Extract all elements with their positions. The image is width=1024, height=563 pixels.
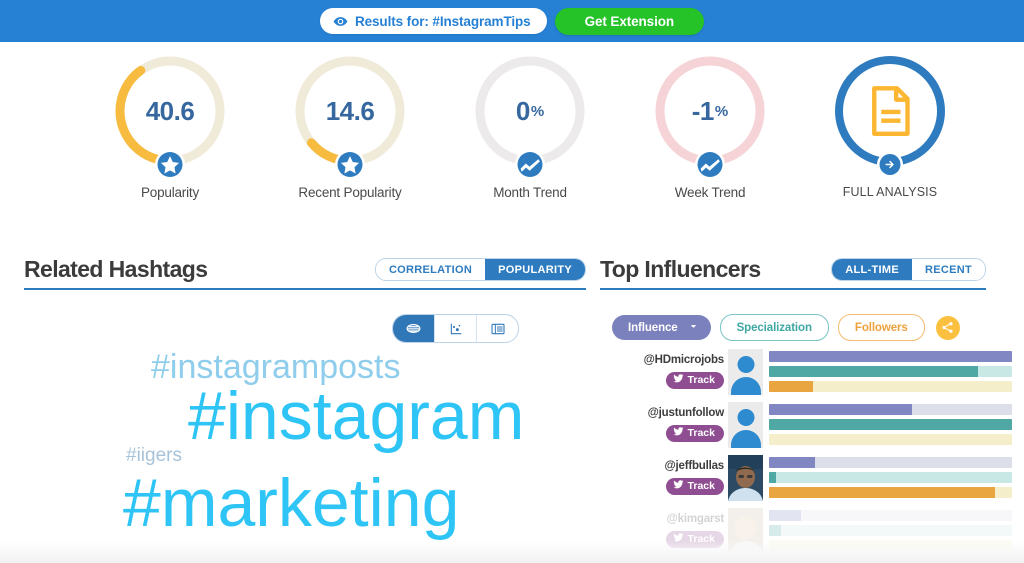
top-influencers-header: Top Influencers ALL-TIME RECENT (600, 258, 986, 281)
eye-icon (333, 14, 348, 29)
influencer-list: @HDmicrojobs Track @justunfollow Track @… (612, 345, 1012, 563)
track-label: Track (687, 480, 715, 493)
influencer-identity: @jeffbullas Track (612, 460, 728, 495)
bar-specialization (769, 472, 1012, 483)
hashtag-cloud: #instagramposts #instagram #iigers #mark… (0, 336, 585, 563)
track-label: Track (687, 374, 715, 387)
trend-icon (697, 152, 723, 177)
influencer-bars (763, 457, 1012, 498)
toggle-recent[interactable]: RECENT (911, 259, 985, 280)
bar-specialization (769, 525, 1012, 536)
toggle-popularity[interactable]: POPULARITY (485, 259, 585, 280)
bar-followers (769, 487, 1012, 498)
track-button[interactable]: Track (665, 424, 724, 442)
bar-influence (769, 510, 1012, 521)
app-root: Results for: #InstagramTips Get Extensio… (0, 0, 1024, 563)
bar-influence (769, 351, 1012, 362)
related-hashtags-title: Related Hashtags (24, 256, 208, 282)
influencer-filters: Influence Specialization Followers (612, 314, 960, 341)
twitter-icon (673, 479, 684, 493)
bar-followers (769, 434, 1012, 445)
ring-full-analysis (831, 52, 949, 175)
influencer-handle[interactable]: @HDmicrojobs (644, 354, 725, 368)
track-label: Track (687, 533, 715, 546)
metric-recent-popularity[interactable]: 14.6 Recent Popularity (285, 52, 416, 200)
arrow-right-icon (879, 154, 901, 175)
avatar (728, 348, 763, 395)
table-row[interactable]: @justunfollow Track (612, 398, 1012, 451)
metric-popularity[interactable]: 40.6 Popularity (105, 52, 236, 200)
toggle-all-time[interactable]: ALL-TIME (832, 259, 912, 280)
avatar (728, 454, 763, 501)
influencer-handle[interactable]: @kimgarst (667, 513, 725, 527)
ring-recent-popularity: 14.6 (291, 52, 409, 177)
track-label: Track (687, 427, 715, 440)
table-row[interactable]: @kimgarst Track (612, 504, 1012, 557)
track-button[interactable]: Track (665, 530, 724, 548)
influencer-identity: @kimgarst Track (612, 513, 728, 548)
track-button[interactable]: Track (665, 477, 724, 495)
toggle-correlation[interactable]: CORRELATION (375, 259, 486, 280)
top-influencers-rule (600, 288, 986, 290)
bar-influence (769, 404, 1012, 415)
full-analysis-button[interactable]: FULL ANALYSIS (825, 52, 956, 199)
ring-month-trend: 0% (471, 52, 589, 177)
bar-specialization (769, 366, 1012, 377)
metrics-row: 40.6 Popularity 14.6 Recent Popularity 0… (0, 52, 1024, 222)
chevron-down-icon (688, 321, 699, 335)
table-row[interactable]: @jeffbullas Track (612, 451, 1012, 504)
influencers-range-toggle[interactable]: ALL-TIME RECENT (831, 258, 986, 281)
influencer-handle[interactable]: @justunfollow (648, 407, 725, 421)
ring-week-trend: -1% (651, 52, 769, 177)
filter-followers[interactable]: Followers (837, 314, 925, 341)
filter-influence[interactable]: Influence (612, 315, 711, 340)
related-hashtags-rule (24, 288, 586, 290)
hashtag-item[interactable]: #marketing (123, 469, 459, 537)
full-analysis-label: FULL ANALYSIS (842, 185, 938, 199)
influencer-identity: @justunfollow Track (612, 407, 728, 442)
hashtags-sort-toggle[interactable]: CORRELATION POPULARITY (374, 258, 586, 281)
bar-followers (769, 381, 1012, 392)
ring-popularity: 40.6 (111, 52, 229, 177)
top-influencers-title: Top Influencers (600, 256, 761, 282)
influencer-bars (763, 404, 1012, 445)
bar-influence (769, 457, 1012, 468)
results-pill[interactable]: Results for: #InstagramTips (319, 8, 547, 34)
metric-month-trend[interactable]: 0% Month Trend (465, 52, 596, 200)
influencer-bars (763, 510, 1012, 551)
bar-specialization (769, 419, 1012, 430)
share-icon[interactable] (935, 315, 960, 340)
track-button[interactable]: Track (665, 371, 724, 389)
avatar (728, 507, 763, 554)
trend-icon (517, 152, 543, 177)
document-icon (831, 52, 949, 170)
twitter-icon (673, 373, 684, 387)
twitter-icon (673, 532, 684, 546)
bar-followers (769, 540, 1012, 551)
top-bar: Results for: #InstagramTips Get Extensio… (0, 0, 1024, 42)
hashtag-item[interactable]: #iigers (126, 446, 182, 465)
results-label: Results for: #InstagramTips (354, 13, 531, 29)
table-row[interactable]: @HDmicrojobs Track (612, 345, 1012, 398)
influencer-handle[interactable]: @jeffbullas (665, 460, 725, 474)
twitter-icon (673, 426, 684, 440)
influencer-identity: @HDmicrojobs Track (612, 354, 728, 389)
related-hashtags-header: Related Hashtags CORRELATION POPULARITY (24, 258, 586, 281)
filter-influence-label: Influence (628, 321, 678, 334)
avatar (728, 401, 763, 448)
star-icon (157, 152, 183, 177)
star-icon (337, 152, 363, 177)
metric-week-trend[interactable]: -1% Week Trend (645, 52, 776, 200)
get-extension-button[interactable]: Get Extension (554, 7, 705, 35)
influencer-bars (763, 351, 1012, 392)
hashtag-item[interactable]: #instagram (188, 382, 524, 450)
filter-specialization[interactable]: Specialization (719, 314, 829, 341)
